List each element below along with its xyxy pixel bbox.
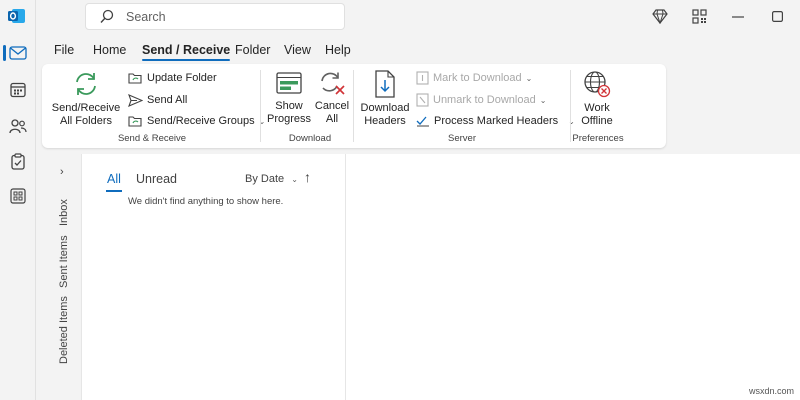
minimize-icon[interactable]	[732, 16, 744, 18]
tab-home[interactable]: Home	[93, 43, 126, 57]
ribbon-area: Send/Receive All Folders Update Folder S…	[36, 62, 800, 154]
send-receive-all-folders-button[interactable]: Send/Receive All Folders	[50, 70, 122, 128]
nav-calendar[interactable]	[0, 75, 36, 105]
unmark-download-icon	[416, 93, 429, 107]
maximize-icon[interactable]	[772, 11, 783, 22]
mark-download-icon	[416, 71, 429, 85]
send-icon	[128, 93, 143, 107]
show-progress-label-2: Progress	[266, 113, 312, 125]
empty-state-message: We didn't find anything to show here.	[128, 196, 284, 207]
qr-code-icon[interactable]	[692, 9, 707, 24]
show-progress-label-1: Show	[275, 100, 303, 112]
calendar-icon	[10, 82, 26, 98]
tab-send-receive[interactable]: Send / Receive	[142, 43, 231, 61]
expand-chevron-icon[interactable]: ›	[60, 166, 64, 178]
nav-people[interactable]	[0, 111, 36, 141]
watermark: wsxdn.com	[748, 386, 794, 396]
checkmark-list-icon	[416, 116, 429, 127]
group-label-server: Server	[448, 133, 476, 144]
filter-unread[interactable]: Unread	[136, 172, 177, 186]
mark-to-download-button[interactable]: Mark to Download ⌄	[416, 69, 532, 87]
ribbon-divider	[260, 70, 261, 142]
group-label-download: Download	[288, 133, 332, 144]
tab-file[interactable]: File	[54, 43, 74, 57]
group-label-send-receive: Send & Receive	[117, 133, 187, 144]
folder-deleted-items[interactable]: Deleted Items	[58, 296, 70, 364]
tab-folder[interactable]: Folder	[235, 43, 270, 57]
work-offline-label-2: Offline	[581, 115, 613, 127]
outlook-logo-icon	[8, 9, 25, 23]
tab-help[interactable]: Help	[325, 43, 351, 57]
title-bar: Search	[36, 0, 800, 36]
unmark-to-download-label: Unmark to Download	[433, 94, 536, 106]
nav-apps[interactable]	[0, 181, 36, 211]
send-receive-label-1: Send/Receive	[51, 102, 121, 114]
cancel-all-button[interactable]: Cancel All	[312, 70, 352, 126]
nav-mail[interactable]	[0, 38, 36, 68]
globe-offline-icon	[584, 71, 611, 98]
document-download-icon	[375, 70, 395, 98]
show-progress-button[interactable]: Show Progress	[266, 70, 312, 126]
download-headers-button[interactable]: Download Headers	[358, 70, 412, 128]
ribbon-divider	[353, 70, 354, 142]
mail-icon	[9, 46, 27, 60]
mark-to-download-label: Mark to Download	[433, 72, 522, 84]
chevron-down-icon: ⌄	[539, 95, 547, 105]
work-offline-button[interactable]: Work Offline	[576, 70, 618, 128]
sync-cancel-icon	[321, 72, 345, 95]
search-box[interactable]: Search	[85, 3, 345, 30]
folder-sync-icon	[128, 73, 142, 84]
sort-direction-icon[interactable]: ↑	[304, 169, 311, 185]
update-folder-label: Update Folder	[147, 72, 217, 84]
clipboard-check-icon	[11, 152, 25, 170]
send-receive-groups-label: Send/Receive Groups	[147, 115, 255, 127]
sync-icon	[76, 73, 96, 95]
menu-bar: File Home Send / Receive Folder View Hel…	[36, 36, 800, 62]
send-receive-groups-dropdown[interactable]: Send/Receive Groups ⌄	[128, 112, 265, 130]
apps-grid-icon	[10, 188, 26, 204]
cancel-all-label-1: Cancel	[314, 100, 350, 112]
cancel-all-label-2: All	[325, 113, 339, 125]
update-folder-button[interactable]: Update Folder	[128, 69, 217, 87]
send-all-button[interactable]: Send All	[128, 91, 187, 109]
folder-inbox[interactable]: Inbox	[58, 199, 70, 226]
process-marked-headers-label: Process Marked Headers	[434, 115, 559, 127]
ribbon: Send/Receive All Folders Update Folder S…	[42, 64, 666, 148]
search-icon	[100, 9, 114, 23]
folder-pane: › Inbox Sent Items Deleted Items	[36, 154, 82, 400]
unmark-to-download-button[interactable]: Unmark to Download ⌄	[416, 91, 546, 109]
diamond-icon[interactable]	[652, 9, 668, 24]
people-icon	[9, 119, 27, 134]
chevron-down-icon: ⌄	[291, 175, 298, 184]
sort-by-dropdown[interactable]: By Date ⌄	[245, 173, 298, 185]
chevron-down-icon: ⌄	[525, 73, 533, 83]
process-marked-headers-button[interactable]: Process Marked Headers ⌄	[416, 112, 575, 130]
ribbon-divider	[570, 70, 571, 142]
folder-sent-items[interactable]: Sent Items	[58, 235, 70, 288]
sort-by-label: By Date	[245, 173, 285, 185]
tab-view[interactable]: View	[284, 43, 311, 57]
app-bar	[0, 0, 36, 400]
download-headers-label-1: Download	[360, 102, 410, 114]
work-offline-label-1: Work	[584, 102, 610, 114]
nav-tasks[interactable]	[0, 146, 36, 176]
group-label-preferences: Preferences	[572, 133, 624, 144]
download-headers-label-2: Headers	[364, 115, 406, 127]
send-all-label: Send All	[147, 94, 188, 106]
search-placeholder: Search	[126, 10, 166, 24]
progress-window-icon	[276, 72, 302, 94]
filter-all[interactable]: All	[106, 172, 122, 192]
send-receive-label-2: All Folders	[60, 115, 112, 127]
reading-pane	[346, 154, 800, 400]
message-list: All Unread By Date ⌄ ↑ We didn't find an…	[82, 154, 346, 400]
folder-sync-icon	[128, 116, 142, 127]
